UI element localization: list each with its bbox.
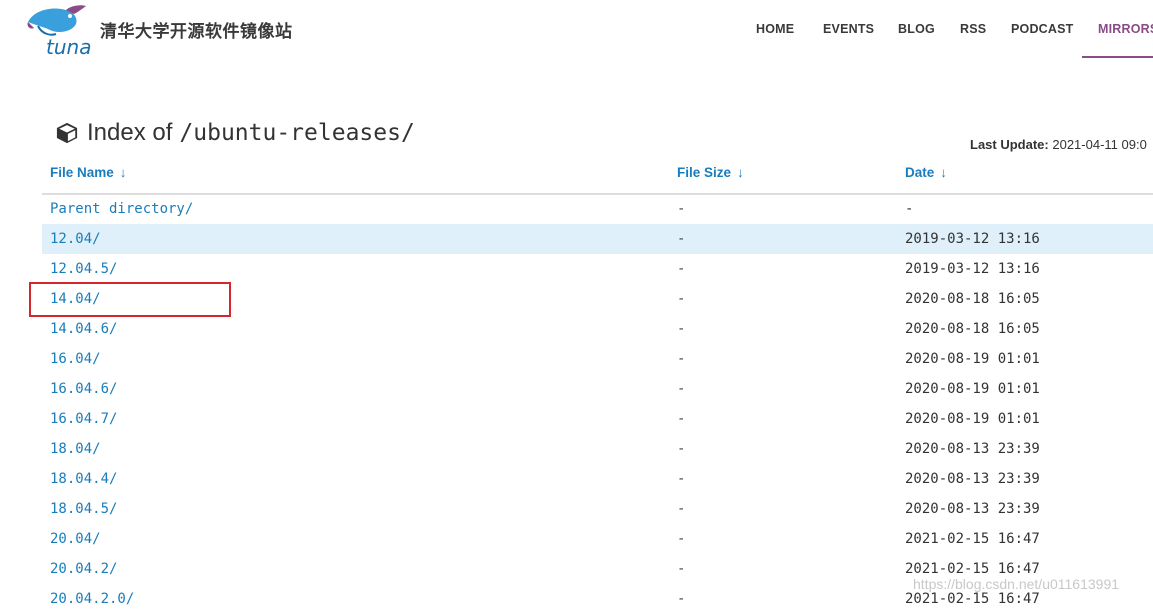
table-row: 12.04.5/ - 2019-03-12 13:16 [42,254,1153,284]
file-date: 2020-08-13 23:39 [905,501,1040,517]
table-row: 18.04.5/ - 2020-08-13 23:39 [42,494,1153,524]
file-date: 2020-08-19 01:01 [905,351,1040,367]
column-header-file-size[interactable]: File Size ↓ [677,165,744,180]
heading-prefix: Index of [87,119,173,146]
file-name-link[interactable]: 18.04/ [50,441,101,457]
nav-mirrors[interactable]: MIRRORS [1098,22,1153,36]
last-update: Last Update: 2021-04-11 09:0 [970,137,1147,152]
heading-path: /ubuntu-releases/ [179,120,415,146]
file-date: 2021-02-15 16:47 [905,561,1040,577]
file-date: 2019-03-12 13:16 [905,261,1040,277]
file-size: - [677,471,686,487]
file-size: - [677,351,686,367]
table-row: 12.04/ - 2019-03-12 13:16 [42,224,1153,254]
file-name-link[interactable]: 18.04.5/ [50,501,117,517]
table-row: 16.04.6/ - 2020-08-19 01:01 [42,374,1153,404]
file-name-link[interactable]: 18.04.4/ [50,471,117,487]
file-size: - [677,231,686,247]
file-name-link[interactable]: 12.04/ [50,231,101,247]
site-header: tuna 清华大学开源软件镜像站 HOME EVENTS BLOG RSS PO… [0,0,1153,60]
svg-text:tuna: tuna [46,35,91,58]
file-name-link[interactable]: 16.04/ [50,351,101,367]
file-size: - [677,591,686,607]
file-name-link[interactable]: 20.04.2/ [50,561,117,577]
annotation-highlight-box [29,282,231,317]
column-header-date[interactable]: Date ↓ [905,165,947,180]
file-date: - [905,201,914,217]
file-date: 2021-02-15 16:47 [905,591,1040,607]
file-name-link[interactable]: Parent directory/ [50,201,193,217]
sort-arrow-icon: ↓ [119,165,127,180]
file-size: - [677,531,686,547]
file-name-link[interactable]: 12.04.5/ [50,261,117,277]
tuna-logo[interactable]: tuna [24,4,96,58]
file-size: - [677,321,686,337]
file-list: Parent directory/ - - 12.04/ - 2019-03-12 13… [42,194,1153,614]
file-size: - [677,291,686,307]
file-date: 2019-03-12 13:16 [905,231,1040,247]
file-date: 2020-08-18 16:05 [905,291,1040,307]
nav-home[interactable]: HOME [756,22,794,36]
watermark: https://blog.csdn.net/u011613991 [913,576,1120,592]
nav-rss[interactable]: RSS [960,22,986,36]
table-row: Parent directory/ - - [42,194,1153,224]
nav-podcast[interactable]: PODCAST [1011,22,1074,36]
last-update-label: Last Update: [970,137,1049,152]
column-label: Date [905,165,935,180]
file-date: 2020-08-13 23:39 [905,441,1040,457]
file-date: 2020-08-19 01:01 [905,381,1040,397]
file-name-link[interactable]: 14.04.6/ [50,321,117,337]
file-name-link[interactable]: 20.04.2.0/ [50,591,134,607]
table-row: 16.04.7/ - 2020-08-19 01:01 [42,404,1153,434]
file-name-link[interactable]: 20.04/ [50,531,101,547]
file-date: 2020-08-18 16:05 [905,321,1040,337]
table-row: 18.04/ - 2020-08-13 23:39 [42,434,1153,464]
file-size: - [677,441,686,457]
file-size: - [677,381,686,397]
site-title[interactable]: 清华大学开源软件镜像站 [100,17,293,42]
file-size: - [677,561,686,577]
nav-blog[interactable]: BLOG [898,22,935,36]
file-date: 2020-08-19 01:01 [905,411,1040,427]
table-row: 18.04.4/ - 2020-08-13 23:39 [42,464,1153,494]
file-name-link[interactable]: 16.04.7/ [50,411,117,427]
table-row: 16.04/ - 2020-08-19 01:01 [42,344,1153,374]
file-size: - [677,201,686,217]
column-header-file-name[interactable]: File Name ↓ [50,165,127,180]
sort-arrow-icon: ↓ [737,165,744,180]
file-date: 2021-02-15 16:47 [905,531,1040,547]
cube-icon [56,122,78,144]
file-name-link[interactable]: 16.04.6/ [50,381,117,397]
nav-events[interactable]: EVENTS [823,22,874,36]
file-date: 2020-08-13 23:39 [905,471,1040,487]
table-row: 14.04.6/ - 2020-08-18 16:05 [42,314,1153,344]
last-update-value: 2021-04-11 09:0 [1052,137,1147,152]
column-label: File Name [50,165,114,180]
sort-arrow-icon: ↓ [940,165,948,180]
file-size: - [677,501,686,517]
page-title: Index of /ubuntu-releases/ [56,116,415,150]
table-row: 20.04/ - 2021-02-15 16:47 [42,524,1153,554]
file-size: - [677,411,686,427]
column-label: File Size [677,165,732,180]
active-nav-indicator [1082,56,1153,58]
table-header: File Name ↓ File Size ↓ Date ↓ [42,160,1153,195]
file-size: - [677,261,686,277]
